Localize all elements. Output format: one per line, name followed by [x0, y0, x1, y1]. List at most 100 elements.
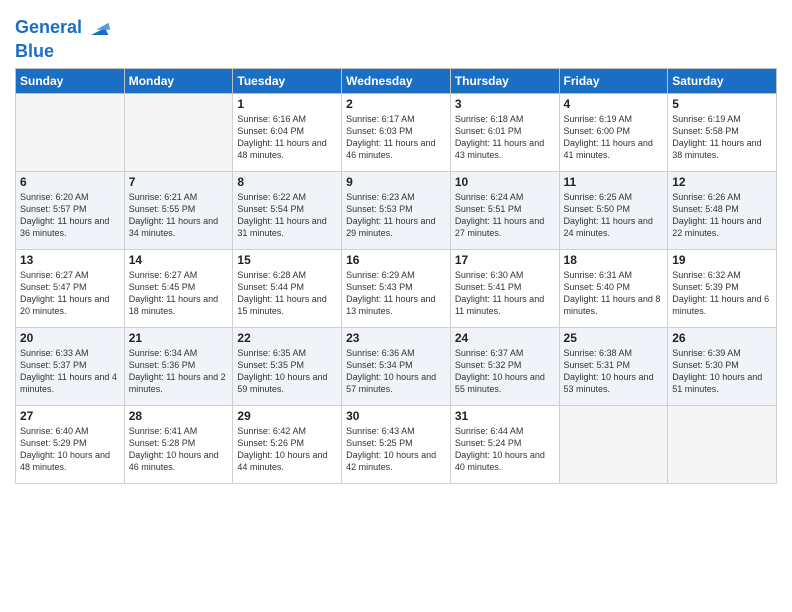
day-number: 22 [237, 331, 337, 345]
day-info: Sunrise: 6:35 AM Sunset: 5:35 PM Dayligh… [237, 347, 337, 396]
calendar-day-cell [16, 93, 125, 171]
calendar-day-cell: 24Sunrise: 6:37 AM Sunset: 5:32 PM Dayli… [450, 327, 559, 405]
day-number: 20 [20, 331, 120, 345]
day-number: 12 [672, 175, 772, 189]
day-number: 8 [237, 175, 337, 189]
day-info: Sunrise: 6:18 AM Sunset: 6:01 PM Dayligh… [455, 113, 555, 162]
calendar-day-cell: 1 Sunrise: 6:16 AM Sunset: 6:04 PM Daylig… [233, 93, 342, 171]
calendar-day-cell: 29 Sunrise: 6:42 AM Sunset: 5:26 PM Dayli… [233, 405, 342, 483]
day-info: Sunrise: 6:21 AM Sunset: 5:55 PM Dayligh… [129, 191, 229, 240]
calendar-day-cell: 12 Sunrise: 6:26 AM Sunset: 5:48 PM Dayli… [668, 171, 777, 249]
weekday-header-thursday: Thursday [450, 68, 559, 93]
day-info: Sunrise: 6:19 AM Sunset: 6:00 PM Dayligh… [564, 113, 664, 162]
weekday-header-friday: Friday [559, 68, 668, 93]
day-info: Sunrise: 6:28 AM Sunset: 5:44 PM Dayligh… [237, 269, 337, 318]
day-info: Sunrise: 6:27 AM Sunset: 5:47 PM Dayligh… [20, 269, 120, 318]
calendar-day-cell: 31Sunrise: 6:44 AM Sunset: 5:24 PM Dayli… [450, 405, 559, 483]
calendar-day-cell: 16 Sunrise: 6:29 AM Sunset: 5:43 PM Dayli… [342, 249, 451, 327]
day-number: 29 [237, 409, 337, 423]
day-info: Sunrise: 6:31 AM Sunset: 5:40 PM Dayligh… [564, 269, 664, 318]
calendar-day-cell: 14 Sunrise: 6:27 AM Sunset: 5:45 PM Dayli… [124, 249, 233, 327]
day-number: 16 [346, 253, 446, 267]
logo-general: General [15, 17, 82, 37]
calendar-day-cell: 21 Sunrise: 6:34 AM Sunset: 5:36 PM Dayli… [124, 327, 233, 405]
day-number: 31 [455, 409, 555, 423]
header: General Blue [15, 10, 777, 62]
day-number: 1 [237, 97, 337, 111]
day-number: 9 [346, 175, 446, 189]
day-number: 13 [20, 253, 120, 267]
calendar-week-row: 20 Sunrise: 6:33 AM Sunset: 5:37 PM Dayli… [16, 327, 777, 405]
day-number: 21 [129, 331, 229, 345]
calendar-day-cell [124, 93, 233, 171]
day-info: Sunrise: 6:17 AM Sunset: 6:03 PM Dayligh… [346, 113, 446, 162]
day-number: 23 [346, 331, 446, 345]
day-number: 17 [455, 253, 555, 267]
weekday-header-wednesday: Wednesday [342, 68, 451, 93]
calendar-day-cell: 28 Sunrise: 6:41 AM Sunset: 5:28 PM Dayli… [124, 405, 233, 483]
calendar-day-cell: 9 Sunrise: 6:23 AM Sunset: 5:53 PM Daylig… [342, 171, 451, 249]
calendar-day-cell [559, 405, 668, 483]
day-info: Sunrise: 6:23 AM Sunset: 5:53 PM Dayligh… [346, 191, 446, 240]
day-info: Sunrise: 6:36 AM Sunset: 5:34 PM Dayligh… [346, 347, 446, 396]
weekday-header-sunday: Sunday [16, 68, 125, 93]
weekday-header-saturday: Saturday [668, 68, 777, 93]
logo-text-block: General Blue [15, 14, 112, 62]
calendar-day-cell: 27 Sunrise: 6:40 AM Sunset: 5:29 PM Dayli… [16, 405, 125, 483]
calendar-day-cell: 15Sunrise: 6:28 AM Sunset: 5:44 PM Dayli… [233, 249, 342, 327]
calendar-day-cell: 3 Sunrise: 6:18 AM Sunset: 6:01 PM Daylig… [450, 93, 559, 171]
day-number: 18 [564, 253, 664, 267]
day-number: 7 [129, 175, 229, 189]
page: General Blue SundayMondayTuesdayWednesda… [0, 0, 792, 612]
calendar-day-cell: 10 Sunrise: 6:24 AM Sunset: 5:51 PM Dayli… [450, 171, 559, 249]
calendar-day-cell: 20 Sunrise: 6:33 AM Sunset: 5:37 PM Dayli… [16, 327, 125, 405]
calendar-table: SundayMondayTuesdayWednesdayThursdayFrid… [15, 68, 777, 484]
day-info: Sunrise: 6:37 AM Sunset: 5:32 PM Dayligh… [455, 347, 555, 396]
calendar-day-cell: 4 Sunrise: 6:19 AM Sunset: 6:00 PM Daylig… [559, 93, 668, 171]
day-number: 10 [455, 175, 555, 189]
day-number: 4 [564, 97, 664, 111]
day-info: Sunrise: 6:32 AM Sunset: 5:39 PM Dayligh… [672, 269, 772, 318]
logo: General Blue [15, 14, 112, 62]
day-info: Sunrise: 6:16 AM Sunset: 6:04 PM Dayligh… [237, 113, 337, 162]
logo-icon [84, 14, 112, 42]
day-info: Sunrise: 6:27 AM Sunset: 5:45 PM Dayligh… [129, 269, 229, 318]
calendar-day-cell: 30Sunrise: 6:43 AM Sunset: 5:25 PM Dayli… [342, 405, 451, 483]
day-number: 28 [129, 409, 229, 423]
calendar-day-cell: 13 Sunrise: 6:27 AM Sunset: 5:47 PM Dayli… [16, 249, 125, 327]
day-info: Sunrise: 6:39 AM Sunset: 5:30 PM Dayligh… [672, 347, 772, 396]
calendar-day-cell: 25 Sunrise: 6:38 AM Sunset: 5:31 PM Dayli… [559, 327, 668, 405]
day-info: Sunrise: 6:40 AM Sunset: 5:29 PM Dayligh… [20, 425, 120, 474]
calendar-day-cell: 2 Sunrise: 6:17 AM Sunset: 6:03 PM Daylig… [342, 93, 451, 171]
calendar-week-row: 13 Sunrise: 6:27 AM Sunset: 5:47 PM Dayli… [16, 249, 777, 327]
day-number: 30 [346, 409, 446, 423]
day-info: Sunrise: 6:26 AM Sunset: 5:48 PM Dayligh… [672, 191, 772, 240]
day-info: Sunrise: 6:25 AM Sunset: 5:50 PM Dayligh… [564, 191, 664, 240]
calendar-day-cell: 17Sunrise: 6:30 AM Sunset: 5:41 PM Dayli… [450, 249, 559, 327]
day-info: Sunrise: 6:24 AM Sunset: 5:51 PM Dayligh… [455, 191, 555, 240]
day-number: 26 [672, 331, 772, 345]
day-info: Sunrise: 6:34 AM Sunset: 5:36 PM Dayligh… [129, 347, 229, 396]
day-info: Sunrise: 6:41 AM Sunset: 5:28 PM Dayligh… [129, 425, 229, 474]
day-number: 5 [672, 97, 772, 111]
day-number: 25 [564, 331, 664, 345]
weekday-header-monday: Monday [124, 68, 233, 93]
day-number: 2 [346, 97, 446, 111]
day-info: Sunrise: 6:29 AM Sunset: 5:43 PM Dayligh… [346, 269, 446, 318]
logo-text: General [15, 18, 82, 38]
calendar-day-cell: 8Sunrise: 6:22 AM Sunset: 5:54 PM Daylig… [233, 171, 342, 249]
day-number: 14 [129, 253, 229, 267]
calendar-day-cell: 7 Sunrise: 6:21 AM Sunset: 5:55 PM Daylig… [124, 171, 233, 249]
day-number: 11 [564, 175, 664, 189]
calendar-day-cell: 19 Sunrise: 6:32 AM Sunset: 5:39 PM Dayli… [668, 249, 777, 327]
calendar-week-row: 1 Sunrise: 6:16 AM Sunset: 6:04 PM Daylig… [16, 93, 777, 171]
calendar-day-cell [668, 405, 777, 483]
day-info: Sunrise: 6:33 AM Sunset: 5:37 PM Dayligh… [20, 347, 120, 396]
day-info: Sunrise: 6:42 AM Sunset: 5:26 PM Dayligh… [237, 425, 337, 474]
day-number: 19 [672, 253, 772, 267]
calendar-day-cell: 26 Sunrise: 6:39 AM Sunset: 5:30 PM Dayli… [668, 327, 777, 405]
day-number: 3 [455, 97, 555, 111]
calendar-day-cell: 18 Sunrise: 6:31 AM Sunset: 5:40 PM Dayli… [559, 249, 668, 327]
day-number: 27 [20, 409, 120, 423]
day-info: Sunrise: 6:38 AM Sunset: 5:31 PM Dayligh… [564, 347, 664, 396]
